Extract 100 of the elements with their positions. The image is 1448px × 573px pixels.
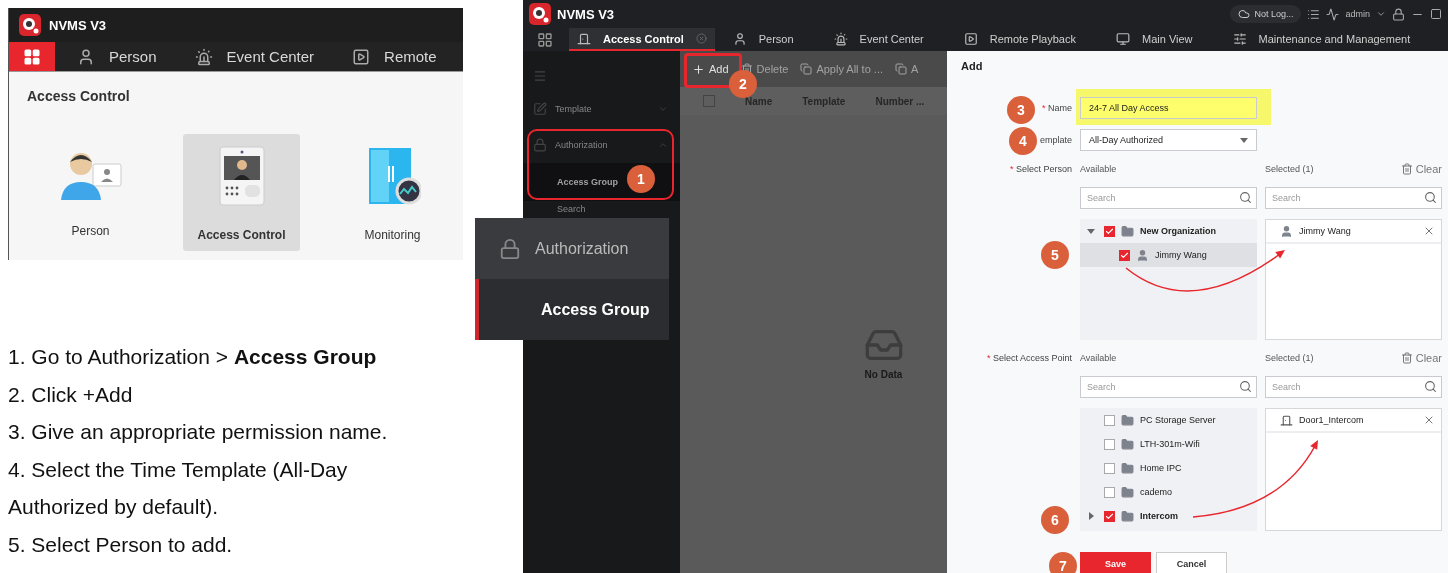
sidebar-item[interactable]: Authorization: [523, 127, 680, 163]
caret-icon[interactable]: [1087, 228, 1095, 234]
trash-icon: [1400, 352, 1413, 364]
search-field[interactable]: Search: [1265, 376, 1442, 398]
checkbox[interactable]: [1104, 486, 1115, 498]
folder-icon: [1121, 509, 1134, 523]
person-icon: [1280, 224, 1293, 238]
sliders-icon: [1232, 31, 1247, 46]
close-icon[interactable]: [695, 33, 707, 44]
search-field[interactable]: Search: [1265, 187, 1442, 209]
edit-icon: [533, 102, 547, 116]
field-label: * Select Person: [1009, 164, 1072, 174]
nav-tab[interactable]: Remote: [352, 47, 453, 66]
lock-icon[interactable]: [1392, 7, 1405, 21]
trash-icon: [1400, 163, 1413, 175]
folder-icon: [1121, 437, 1134, 451]
column-label: Selected (1): [1265, 164, 1314, 174]
selected-item[interactable]: Jimmy Wang: [1266, 220, 1441, 244]
clear-button[interactable]: Clear: [1400, 352, 1442, 364]
search-field[interactable]: Search: [1080, 376, 1257, 398]
instruction-step: 5. Select Person to add.: [8, 525, 448, 563]
module-tile[interactable]: Access Control: [183, 134, 300, 251]
caret-icon[interactable]: [1088, 512, 1094, 520]
door-icon: [1280, 413, 1293, 427]
dropdown-field[interactable]: All-Day Authorized: [1080, 129, 1257, 151]
folder-icon: [1121, 485, 1134, 499]
checkbox[interactable]: [1104, 438, 1115, 450]
checkbox[interactable]: [1104, 225, 1115, 237]
search-icon: [1239, 380, 1252, 393]
module-tab[interactable]: Event Center: [825, 28, 932, 51]
play-icon: [352, 47, 371, 66]
tree-item[interactable]: LTH-301m-Wifi: [1080, 432, 1257, 456]
checkbox[interactable]: [703, 95, 715, 107]
sidebar-item[interactable]: Authorization: [475, 218, 669, 279]
column-label: Selected (1): [1265, 353, 1314, 363]
folder-icon: [1121, 224, 1134, 238]
toolbar-button[interactable]: Add: [692, 62, 729, 76]
tree-item[interactable]: PC Storage Server: [1080, 408, 1257, 432]
play-icon: [963, 31, 978, 46]
checkbox[interactable]: [1104, 510, 1115, 522]
monitor-icon: [1116, 31, 1130, 46]
close-icon[interactable]: [1423, 225, 1435, 237]
cancel-button[interactable]: Cancel: [1156, 552, 1227, 573]
activity-icon[interactable]: [1326, 7, 1340, 21]
module-tile[interactable]: Person: [32, 134, 149, 251]
person-icon: [1136, 248, 1149, 262]
sidebar-item[interactable]: Template: [523, 91, 680, 127]
checkbox[interactable]: [1104, 462, 1115, 474]
close-icon[interactable]: [1423, 414, 1435, 426]
sidebar-item[interactable]: Search: [523, 201, 680, 217]
tree-item[interactable]: New Organization: [1080, 219, 1257, 243]
module-tab[interactable]: Remote Playback: [955, 28, 1084, 51]
clear-button[interactable]: Clear: [1400, 163, 1442, 175]
folder-icon: [1121, 413, 1134, 427]
grid-icon[interactable]: [537, 31, 553, 48]
input-field[interactable]: 24-7 All Day Access: [1080, 97, 1257, 119]
sidebar-item[interactable]: Access Group: [475, 279, 669, 340]
module-tab[interactable]: Access Control: [569, 28, 715, 51]
field-label: emplate: [1039, 135, 1072, 145]
instruction-step: 1. Go to Authorization > Access Group: [8, 338, 448, 376]
instruction-step: 2. Click +Add: [8, 375, 448, 413]
module-tile[interactable]: Monitoring: [334, 134, 451, 251]
save-button[interactable]: Save: [1080, 552, 1151, 573]
search-icon: [1424, 191, 1437, 204]
home-button[interactable]: [9, 42, 55, 71]
copy-icon: [800, 63, 813, 75]
nav-tab[interactable]: Event Center: [194, 47, 331, 66]
tree-item[interactable]: cademo: [1080, 480, 1257, 504]
app-title: NVMS V3: [557, 6, 615, 22]
instruction-step: 3. Give an appropriate permission name.: [8, 413, 448, 451]
cloud-status[interactable]: Not Log...: [1230, 5, 1302, 23]
caret-icon: [1376, 9, 1386, 19]
tree-item[interactable]: Jimmy Wang: [1080, 243, 1257, 267]
tree-item[interactable]: Home IPC: [1080, 456, 1257, 480]
person-icon: [732, 31, 747, 46]
lock-icon: [533, 138, 547, 152]
module-tab[interactable]: Main View: [1108, 28, 1201, 51]
tree-item[interactable]: Intercom: [1080, 504, 1257, 528]
camera-logo-icon: [19, 14, 41, 36]
copy-icon: [895, 63, 908, 75]
search-icon: [1424, 380, 1437, 393]
user-menu[interactable]: admin: [1345, 9, 1370, 19]
siren-icon: [833, 31, 848, 46]
camera-logo-icon: [529, 3, 551, 25]
app-title: NVMS V3: [49, 17, 107, 33]
list-icon[interactable]: [1307, 7, 1321, 21]
selected-item[interactable]: Door1_Intercom: [1266, 409, 1441, 433]
search-field[interactable]: Search: [1080, 187, 1257, 209]
folder-icon: [1121, 461, 1134, 475]
module-tab[interactable]: Person: [724, 28, 802, 51]
column-label: Available: [1080, 353, 1118, 363]
column-label: Available: [1080, 164, 1118, 174]
cloud-icon: [1238, 8, 1251, 20]
checkbox[interactable]: [1104, 414, 1115, 426]
section-title: Access Control: [26, 87, 131, 104]
module-tab[interactable]: Maintenance and Management: [1224, 28, 1419, 51]
door-icon: [577, 31, 591, 46]
maximize-icon[interactable]: [1430, 8, 1442, 20]
checkbox[interactable]: [1119, 249, 1130, 261]
nav-tab[interactable]: Person: [77, 47, 173, 66]
